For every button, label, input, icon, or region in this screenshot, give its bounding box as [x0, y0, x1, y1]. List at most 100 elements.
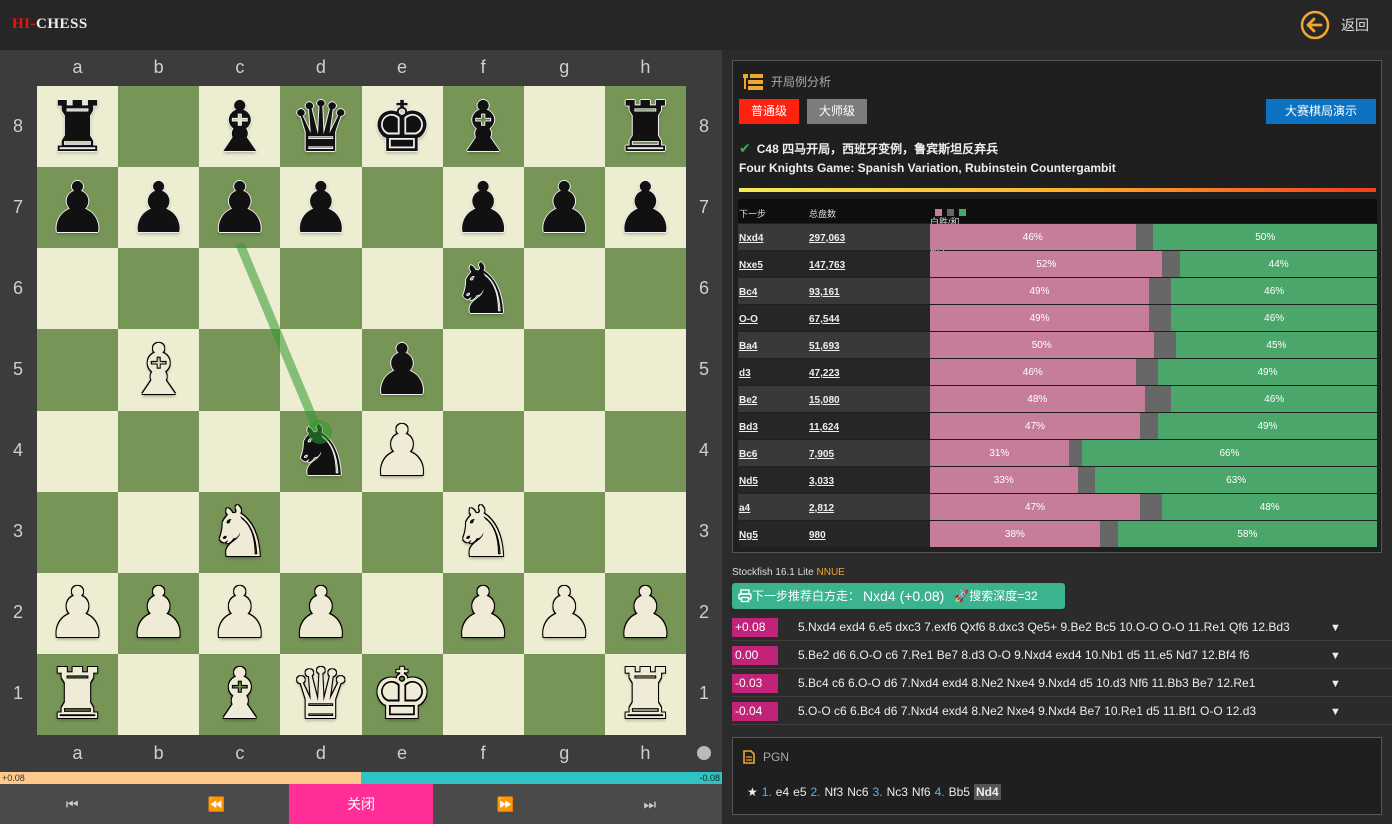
prev-move-button[interactable]: ⏪	[144, 784, 288, 824]
square-b8[interactable]	[118, 86, 200, 168]
square-g5[interactable]	[523, 329, 605, 411]
stats-row[interactable]: Be2 15,080 48% 46%	[738, 386, 1377, 412]
first-move-button[interactable]: ⏮	[0, 784, 144, 824]
square-g8[interactable]	[523, 86, 605, 168]
square-d5[interactable]	[280, 329, 362, 411]
stats-move-link[interactable]: Nd5	[739, 476, 758, 487]
pgn-move-white[interactable]: e4	[776, 785, 789, 799]
square-g6[interactable]	[523, 248, 605, 330]
chessboard[interactable]: ♜ ♝ ♛ ♚ ♝ ♜ ♟ ♟ ♟ ♟ ♟ ♟ ♟ ♞ ♝ ♟ ♞ ♟ ♞ ♞ ♟ ♟ ♟ ♟ ♟ ♟ ♟ ♜ ♝ ♛ ♚ ♜	[37, 86, 686, 735]
engine-line[interactable]: -0.04 5.O-O c6 6.Bc4 d6 7.Nxd4 exd4 8.Ne2…	[732, 699, 1392, 725]
square-h6[interactable]	[604, 248, 686, 330]
white-pawn-d2[interactable]: ♟	[280, 573, 361, 654]
black-bishop-f8[interactable]: ♝	[443, 86, 524, 167]
pgn-move-white[interactable]: Nc3	[887, 785, 908, 799]
level-master-button[interactable]: 大师级	[807, 99, 867, 124]
app-logo[interactable]: HI-CHESS	[12, 16, 88, 33]
last-move-button[interactable]: ⏭	[578, 784, 722, 824]
pgn-move-white[interactable]: Nf3	[825, 785, 844, 799]
white-bishop-b5[interactable]: ♝	[118, 329, 199, 410]
square-g4[interactable]	[523, 410, 605, 492]
black-queen-d8[interactable]: ♛	[280, 86, 361, 167]
square-e3[interactable]	[361, 491, 443, 573]
stats-row[interactable]: d3 47,223 46% 49%	[738, 359, 1377, 385]
level-normal-button[interactable]: 普通级	[739, 99, 799, 124]
stats-row[interactable]: Nd5 3,033 33% 63%	[738, 467, 1377, 493]
square-a5[interactable]	[37, 329, 119, 411]
engine-line[interactable]: +0.08 5.Nxd4 exd4 6.e5 dxc3 7.exf6 Qxf6 8…	[732, 615, 1392, 641]
pgn-move-black[interactable]: e5	[793, 785, 806, 799]
stats-move-link[interactable]: Ba4	[739, 341, 757, 352]
stats-move-link[interactable]: Nxe5	[739, 260, 763, 271]
stats-move-link[interactable]: Bc4	[739, 287, 757, 298]
engine-line[interactable]: 0.00 5.Be2 d6 6.O-O c6 7.Re1 Be7 8.d3 O-O…	[732, 643, 1392, 669]
expand-caret-icon[interactable]: ▼	[1330, 622, 1341, 634]
black-king-e8[interactable]: ♚	[362, 86, 443, 167]
white-bishop-c1[interactable]: ♝	[199, 654, 280, 735]
white-pawn-a2[interactable]: ♟	[37, 573, 118, 654]
white-pawn-g2[interactable]: ♟	[524, 573, 605, 654]
white-pawn-b2[interactable]: ♟	[118, 573, 199, 654]
square-f4[interactable]	[442, 410, 524, 492]
square-b6[interactable]	[118, 248, 200, 330]
square-h4[interactable]	[604, 410, 686, 492]
black-bishop-c8[interactable]: ♝	[199, 86, 280, 167]
black-pawn-h7[interactable]: ♟	[605, 167, 686, 248]
black-knight-d4[interactable]: ♞	[280, 411, 361, 492]
square-e6[interactable]	[361, 248, 443, 330]
expand-caret-icon[interactable]: ▼	[1330, 706, 1341, 718]
stats-move-link[interactable]: d3	[739, 368, 751, 379]
stats-row[interactable]: Ba4 51,693 50% 45%	[738, 332, 1377, 358]
next-move-button[interactable]: ⏩	[433, 784, 577, 824]
stats-row[interactable]: Nxd4 297,063 46% 50%	[738, 224, 1377, 250]
black-pawn-f7[interactable]: ♟	[443, 167, 524, 248]
square-h3[interactable]	[604, 491, 686, 573]
stats-move-link[interactable]: Bd3	[739, 422, 758, 433]
black-pawn-d7[interactable]: ♟	[280, 167, 361, 248]
stats-row[interactable]: O-O 67,544 49% 46%	[738, 305, 1377, 331]
back-button[interactable]: 返回	[1300, 10, 1380, 40]
white-king-e1[interactable]: ♚	[362, 654, 443, 735]
square-a6[interactable]	[37, 248, 119, 330]
pgn-move-black[interactable]: Nd4	[973, 784, 1001, 800]
stats-row[interactable]: Ng5 980 38% 58%	[738, 521, 1377, 547]
black-pawn-b7[interactable]: ♟	[118, 167, 199, 248]
pgn-move-white[interactable]: Bb5	[949, 785, 970, 799]
square-a4[interactable]	[37, 410, 119, 492]
square-f5[interactable]	[442, 329, 524, 411]
stats-row[interactable]: Bd3 11,624 47% 49%	[738, 413, 1377, 439]
pgn-move-black[interactable]: Nc6	[847, 785, 868, 799]
square-f1[interactable]	[442, 653, 524, 735]
white-knight-c3[interactable]: ♞	[199, 492, 280, 573]
stats-row[interactable]: Bc6 7,905 31% 66%	[738, 440, 1377, 466]
square-b3[interactable]	[118, 491, 200, 573]
white-rook-h1[interactable]: ♜	[605, 654, 686, 735]
square-c5[interactable]	[199, 329, 281, 411]
square-h5[interactable]	[604, 329, 686, 411]
flip-board-button[interactable]	[697, 746, 711, 760]
black-pawn-a7[interactable]: ♟	[37, 167, 118, 248]
white-pawn-f2[interactable]: ♟	[443, 573, 524, 654]
stats-move-link[interactable]: Nxd4	[739, 233, 763, 244]
engine-line[interactable]: -0.03 5.Bc4 c6 6.O-O d6 7.Nxd4 exd4 8.Ne2…	[732, 671, 1392, 697]
black-rook-h8[interactable]: ♜	[605, 86, 686, 167]
expand-caret-icon[interactable]: ▼	[1330, 678, 1341, 690]
white-pawn-h2[interactable]: ♟	[605, 573, 686, 654]
stats-row[interactable]: Bc4 93,161 49% 46%	[738, 278, 1377, 304]
stats-move-link[interactable]: Be2	[739, 395, 757, 406]
square-d3[interactable]	[280, 491, 362, 573]
square-g1[interactable]	[523, 653, 605, 735]
square-c6[interactable]	[199, 248, 281, 330]
square-d6[interactable]	[280, 248, 362, 330]
square-g3[interactable]	[523, 491, 605, 573]
stats-row[interactable]: Nxe5 147,763 52% 44%	[738, 251, 1377, 277]
white-knight-f3[interactable]: ♞	[443, 492, 524, 573]
black-pawn-c7[interactable]: ♟	[199, 167, 280, 248]
stats-row[interactable]: a4 2,812 47% 48%	[738, 494, 1377, 520]
square-b1[interactable]	[118, 653, 200, 735]
square-c4[interactable]	[199, 410, 281, 492]
black-knight-f6[interactable]: ♞	[443, 248, 524, 329]
square-e7[interactable]	[361, 167, 443, 249]
pgn-move-black[interactable]: Nf6	[912, 785, 931, 799]
black-rook-a8[interactable]: ♜	[37, 86, 118, 167]
